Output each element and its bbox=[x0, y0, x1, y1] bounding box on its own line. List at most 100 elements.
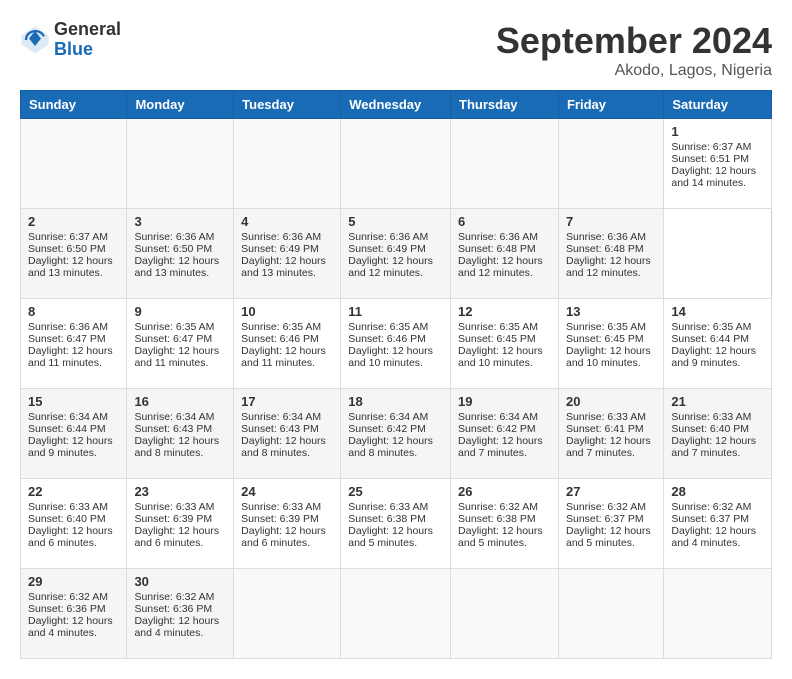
daylight-text: Daylight: 12 hours and 11 minutes. bbox=[28, 345, 113, 369]
day-cell-13: 13 Sunrise: 6:35 AM Sunset: 6:45 PM Dayl… bbox=[558, 299, 663, 389]
empty-cell bbox=[341, 569, 451, 659]
logo-text: General Blue bbox=[54, 20, 121, 60]
empty-cell bbox=[451, 119, 559, 209]
day-number: 6 bbox=[458, 214, 551, 229]
day-number: 1 bbox=[671, 124, 764, 139]
sunrise-text: Sunrise: 6:36 AM bbox=[458, 231, 538, 243]
sunrise-text: Sunrise: 6:34 AM bbox=[458, 411, 538, 423]
day-number: 22 bbox=[28, 484, 119, 499]
sunset-text: Sunset: 6:50 PM bbox=[134, 243, 212, 255]
col-header-monday: Monday bbox=[127, 91, 234, 119]
title-block: September 2024 Akodo, Lagos, Nigeria bbox=[496, 20, 772, 80]
empty-cell bbox=[558, 569, 663, 659]
sunrise-text: Sunrise: 6:35 AM bbox=[566, 321, 646, 333]
sunset-text: Sunset: 6:36 PM bbox=[28, 603, 106, 615]
day-cell-12: 12 Sunrise: 6:35 AM Sunset: 6:45 PM Dayl… bbox=[451, 299, 559, 389]
daylight-text: Daylight: 12 hours and 4 minutes. bbox=[28, 615, 113, 639]
daylight-text: Daylight: 12 hours and 4 minutes. bbox=[134, 615, 219, 639]
empty-cell bbox=[451, 569, 559, 659]
sunset-text: Sunset: 6:40 PM bbox=[28, 513, 106, 525]
day-cell-11: 11 Sunrise: 6:35 AM Sunset: 6:46 PM Dayl… bbox=[341, 299, 451, 389]
page-header: General Blue September 2024 Akodo, Lagos… bbox=[20, 20, 772, 80]
sunset-text: Sunset: 6:36 PM bbox=[134, 603, 212, 615]
day-cell-25: 25 Sunrise: 6:33 AM Sunset: 6:38 PM Dayl… bbox=[341, 479, 451, 569]
day-cell-3: 3 Sunrise: 6:36 AM Sunset: 6:50 PM Dayli… bbox=[127, 209, 234, 299]
day-number: 21 bbox=[671, 394, 764, 409]
daylight-text: Daylight: 12 hours and 5 minutes. bbox=[458, 525, 543, 549]
sunrise-text: Sunrise: 6:35 AM bbox=[671, 321, 751, 333]
day-cell-5: 5 Sunrise: 6:36 AM Sunset: 6:49 PM Dayli… bbox=[341, 209, 451, 299]
sunset-text: Sunset: 6:43 PM bbox=[134, 423, 212, 435]
week-row-2: 2 Sunrise: 6:37 AM Sunset: 6:50 PM Dayli… bbox=[21, 209, 772, 299]
sunrise-text: Sunrise: 6:32 AM bbox=[566, 501, 646, 513]
sunrise-text: Sunrise: 6:36 AM bbox=[348, 231, 428, 243]
day-number: 15 bbox=[28, 394, 119, 409]
day-cell-9: 9 Sunrise: 6:35 AM Sunset: 6:47 PM Dayli… bbox=[127, 299, 234, 389]
day-number: 4 bbox=[241, 214, 333, 229]
sunset-text: Sunset: 6:49 PM bbox=[348, 243, 426, 255]
day-number: 12 bbox=[458, 304, 551, 319]
day-cell-23: 23 Sunrise: 6:33 AM Sunset: 6:39 PM Dayl… bbox=[127, 479, 234, 569]
sunset-text: Sunset: 6:41 PM bbox=[566, 423, 644, 435]
sunrise-text: Sunrise: 6:33 AM bbox=[566, 411, 646, 423]
calendar-header-row: SundayMondayTuesdayWednesdayThursdayFrid… bbox=[21, 91, 772, 119]
empty-cell bbox=[127, 119, 234, 209]
sunset-text: Sunset: 6:42 PM bbox=[458, 423, 536, 435]
daylight-text: Daylight: 12 hours and 5 minutes. bbox=[566, 525, 651, 549]
daylight-text: Daylight: 12 hours and 12 minutes. bbox=[348, 255, 433, 279]
day-number: 11 bbox=[348, 304, 443, 319]
sunset-text: Sunset: 6:37 PM bbox=[566, 513, 644, 525]
daylight-text: Daylight: 12 hours and 6 minutes. bbox=[134, 525, 219, 549]
sunrise-text: Sunrise: 6:35 AM bbox=[348, 321, 428, 333]
calendar-table: SundayMondayTuesdayWednesdayThursdayFrid… bbox=[20, 90, 772, 659]
sunrise-text: Sunrise: 6:34 AM bbox=[134, 411, 214, 423]
daylight-text: Daylight: 12 hours and 10 minutes. bbox=[458, 345, 543, 369]
sunset-text: Sunset: 6:38 PM bbox=[458, 513, 536, 525]
empty-cell bbox=[21, 119, 127, 209]
daylight-text: Daylight: 12 hours and 11 minutes. bbox=[241, 345, 326, 369]
sunset-text: Sunset: 6:38 PM bbox=[348, 513, 426, 525]
sunset-text: Sunset: 6:44 PM bbox=[28, 423, 106, 435]
month-title: September 2024 bbox=[496, 20, 772, 62]
sunrise-text: Sunrise: 6:32 AM bbox=[134, 591, 214, 603]
week-row-1: 1 Sunrise: 6:37 AM Sunset: 6:51 PM Dayli… bbox=[21, 119, 772, 209]
sunset-text: Sunset: 6:40 PM bbox=[671, 423, 749, 435]
sunrise-text: Sunrise: 6:36 AM bbox=[241, 231, 321, 243]
daylight-text: Daylight: 12 hours and 5 minutes. bbox=[348, 525, 433, 549]
day-cell-26: 26 Sunrise: 6:32 AM Sunset: 6:38 PM Dayl… bbox=[451, 479, 559, 569]
empty-cell bbox=[234, 569, 341, 659]
day-number: 20 bbox=[566, 394, 656, 409]
day-number: 2 bbox=[28, 214, 119, 229]
day-number: 24 bbox=[241, 484, 333, 499]
day-cell-8: 8 Sunrise: 6:36 AM Sunset: 6:47 PM Dayli… bbox=[21, 299, 127, 389]
logo-general: General bbox=[54, 20, 121, 40]
day-cell-19: 19 Sunrise: 6:34 AM Sunset: 6:42 PM Dayl… bbox=[451, 389, 559, 479]
col-header-friday: Friday bbox=[558, 91, 663, 119]
sunrise-text: Sunrise: 6:32 AM bbox=[671, 501, 751, 513]
day-cell-6: 6 Sunrise: 6:36 AM Sunset: 6:48 PM Dayli… bbox=[451, 209, 559, 299]
day-cell-21: 21 Sunrise: 6:33 AM Sunset: 6:40 PM Dayl… bbox=[664, 389, 772, 479]
sunrise-text: Sunrise: 6:35 AM bbox=[241, 321, 321, 333]
sunrise-text: Sunrise: 6:37 AM bbox=[671, 141, 751, 153]
daylight-text: Daylight: 12 hours and 10 minutes. bbox=[566, 345, 651, 369]
day-cell-7: 7 Sunrise: 6:36 AM Sunset: 6:48 PM Dayli… bbox=[558, 209, 663, 299]
day-cell-16: 16 Sunrise: 6:34 AM Sunset: 6:43 PM Dayl… bbox=[127, 389, 234, 479]
day-number: 14 bbox=[671, 304, 764, 319]
daylight-text: Daylight: 12 hours and 13 minutes. bbox=[134, 255, 219, 279]
day-cell-29: 29 Sunrise: 6:32 AM Sunset: 6:36 PM Dayl… bbox=[21, 569, 127, 659]
daylight-text: Daylight: 12 hours and 8 minutes. bbox=[134, 435, 219, 459]
sunrise-text: Sunrise: 6:34 AM bbox=[348, 411, 428, 423]
day-number: 3 bbox=[134, 214, 226, 229]
week-row-3: 8 Sunrise: 6:36 AM Sunset: 6:47 PM Dayli… bbox=[21, 299, 772, 389]
day-cell-2: 2 Sunrise: 6:37 AM Sunset: 6:50 PM Dayli… bbox=[21, 209, 127, 299]
day-cell-1: 1 Sunrise: 6:37 AM Sunset: 6:51 PM Dayli… bbox=[664, 119, 772, 209]
sunset-text: Sunset: 6:46 PM bbox=[241, 333, 319, 345]
day-number: 23 bbox=[134, 484, 226, 499]
location: Akodo, Lagos, Nigeria bbox=[496, 62, 772, 80]
sunrise-text: Sunrise: 6:32 AM bbox=[28, 591, 108, 603]
day-cell-28: 28 Sunrise: 6:32 AM Sunset: 6:37 PM Dayl… bbox=[664, 479, 772, 569]
daylight-text: Daylight: 12 hours and 14 minutes. bbox=[671, 165, 756, 189]
col-header-tuesday: Tuesday bbox=[234, 91, 341, 119]
empty-cell bbox=[664, 569, 772, 659]
sunset-text: Sunset: 6:37 PM bbox=[671, 513, 749, 525]
